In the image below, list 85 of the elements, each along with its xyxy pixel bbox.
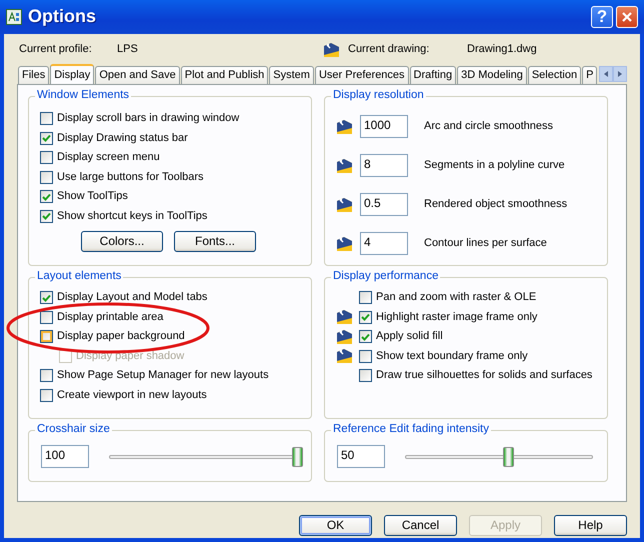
slider-thumb[interactable]: [503, 446, 514, 466]
dialog-button[interactable]: Colors...: [81, 231, 163, 252]
checkbox-label: Display paper background: [57, 330, 185, 344]
tab[interactable]: Drafting: [410, 66, 456, 84]
drawing-setting-icon: [336, 118, 353, 134]
checkbox[interactable]: [359, 369, 372, 382]
close-button[interactable]: [616, 6, 638, 28]
dialog-button[interactable]: Cancel: [384, 515, 457, 536]
setting-label: Contour lines per surface: [424, 236, 547, 250]
checkbox-label: Display Layout and Model tabs: [57, 291, 208, 304]
scroll-right-button[interactable]: [613, 66, 627, 82]
input-field[interactable]: 50: [337, 445, 385, 468]
group-title: Display performance: [331, 270, 440, 284]
input-field[interactable]: 8: [360, 154, 408, 177]
tab[interactable]: Display: [50, 64, 94, 84]
dialog-button: Apply: [469, 515, 542, 536]
arrow-right-icon: [616, 70, 624, 78]
drawing-setting-icon: [336, 236, 353, 252]
group-title: Layout elements: [35, 270, 124, 284]
checkbox-label: Apply solid fill: [376, 330, 443, 344]
arrow-left-icon: [602, 70, 610, 78]
checkbox-label: Display screen menu: [57, 151, 160, 164]
dialog-button[interactable]: Fonts...: [174, 231, 256, 252]
checkbox-label: Display scroll bars in drawing window: [57, 112, 240, 126]
tab[interactable]: Open and Save: [95, 66, 180, 84]
checkbox[interactable]: [359, 310, 372, 324]
drawing-setting-icon: [336, 158, 353, 174]
tab[interactable]: Files: [18, 66, 50, 84]
close-icon: [620, 10, 634, 24]
dialog-button[interactable]: Help: [554, 515, 627, 536]
tab[interactable]: System: [269, 66, 314, 84]
group-title: Reference Edit fading intensity: [331, 423, 491, 437]
drawing-setting-icon: [336, 309, 353, 326]
checkbox[interactable]: [40, 170, 53, 184]
input-field[interactable]: 4: [360, 232, 408, 255]
checkbox-label: Create viewport in new layouts: [57, 388, 207, 402]
drawing-label: Current drawing:: [348, 43, 430, 57]
checkbox-label: Draw true silhouettes for solids and surfaces: [376, 369, 592, 382]
help-button[interactable]: ?: [591, 6, 613, 28]
checkbox-label: Highlight raster image frame only: [376, 310, 538, 324]
checkbox-label: Show text boundary frame only: [376, 350, 528, 363]
group-title: Display resolution: [331, 89, 426, 103]
checkbox[interactable]: [40, 310, 53, 324]
slider-thumb[interactable]: [292, 446, 303, 466]
profile-label: Current profile:: [19, 43, 93, 57]
setting-label: Rendered object smoothness: [424, 198, 568, 212]
checkbox-label: Display Drawing status bar: [57, 132, 188, 145]
drawing-setting-icon: [336, 348, 353, 364]
checkbox-label: Pan and zoom with raster & OLE: [376, 291, 536, 304]
setting-label: Segments in a polyline curve: [424, 158, 565, 172]
checkbox[interactable]: [40, 369, 53, 382]
tab[interactable]: Plot and Publish: [180, 66, 268, 84]
setting-label: Arc and circle smoothness: [424, 120, 553, 134]
drawing-setting-icon: [336, 328, 353, 345]
checkbox[interactable]: [40, 132, 53, 145]
drawing-icon: [323, 42, 340, 58]
tab[interactable]: 3D Modeling: [457, 66, 527, 84]
tab[interactable]: User Preferences: [314, 66, 409, 84]
window-title: Options: [28, 6, 97, 28]
checkbox-label: Use large buttons for Toolbars: [57, 170, 204, 184]
tab[interactable]: P: [582, 66, 598, 84]
checkbox[interactable]: [359, 350, 372, 363]
dialog-button[interactable]: OK: [299, 515, 372, 536]
app-icon: [6, 9, 22, 25]
input-field[interactable]: 1000: [360, 115, 408, 138]
drawing-setting-icon: [336, 196, 353, 212]
checkbox-label: Show ToolTips: [57, 190, 128, 204]
profile-value: LPS: [117, 43, 139, 57]
checkbox[interactable]: [40, 112, 53, 126]
checkbox-label: Show Page Setup Manager for new layouts: [57, 369, 269, 382]
checkbox[interactable]: [359, 291, 372, 304]
tab[interactable]: Selection: [528, 66, 582, 84]
scroll-left-button[interactable]: [599, 66, 614, 82]
checkbox[interactable]: [359, 330, 372, 344]
input-field[interactable]: 100: [41, 445, 89, 468]
checkbox[interactable]: [40, 291, 53, 304]
checkbox-label: Show shortcut keys in ToolTips: [57, 210, 208, 223]
drawing-value: Drawing1.dwg: [467, 43, 537, 57]
checkbox[interactable]: [40, 151, 53, 164]
checkbox-label: Display printable area: [57, 310, 164, 324]
checkbox[interactable]: [40, 190, 53, 204]
checkbox[interactable]: [40, 330, 53, 344]
input-field[interactable]: 0.5: [360, 193, 408, 216]
checkbox[interactable]: [40, 388, 53, 402]
checkbox[interactable]: [40, 210, 53, 223]
